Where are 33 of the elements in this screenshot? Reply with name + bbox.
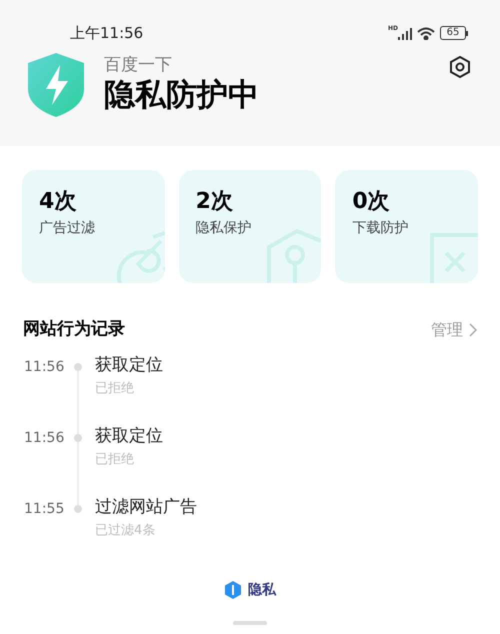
record-detail: 已过滤4条 — [95, 522, 156, 540]
stat-card[interactable]: 4次 广告过滤 — [22, 170, 165, 283]
signal-icon — [398, 28, 412, 40]
brand-label: 隐私 — [248, 580, 276, 600]
wifi-icon — [417, 26, 435, 40]
battery-indicator: 65 — [440, 26, 468, 40]
settings-button[interactable] — [448, 54, 472, 78]
stat-label: 隐私保护 — [196, 218, 253, 238]
chevron-right-icon — [469, 322, 477, 337]
stat-label: 广告过滤 — [39, 218, 96, 238]
record-detail: 已拒绝 — [95, 380, 135, 398]
stat-card[interactable]: 0次 下载防护 — [335, 170, 478, 283]
page-title: 隐私防护中 — [104, 76, 259, 114]
stat-count: 0次 — [352, 188, 391, 216]
status-time: 上午11:56 — [70, 23, 144, 44]
hexagon-logo-icon — [224, 581, 242, 599]
record-title: 过滤网站广告 — [95, 496, 197, 518]
settings-icon — [448, 54, 472, 78]
section-title: 网站行为记录 — [23, 318, 125, 341]
record-detail: 已拒绝 — [95, 450, 135, 469]
stat-count: 2次 — [196, 188, 234, 216]
stat-label: 下载防护 — [352, 218, 410, 238]
record-title: 获取定位 — [95, 354, 163, 376]
subtitle: 百度一下 — [104, 54, 173, 76]
stat-count: 4次 — [39, 188, 78, 216]
home-indicator — [233, 620, 267, 624]
record-time: 11:56 — [24, 358, 66, 376]
shield-cross-icon — [428, 231, 478, 283]
record-time: 11:56 — [24, 428, 66, 448]
record-time: 11:55 — [24, 500, 66, 518]
stat-card[interactable]: 2次 隐私保护 — [178, 170, 322, 283]
shield-lightning-icon — [28, 52, 84, 116]
record-title: 获取定位 — [95, 426, 163, 447]
